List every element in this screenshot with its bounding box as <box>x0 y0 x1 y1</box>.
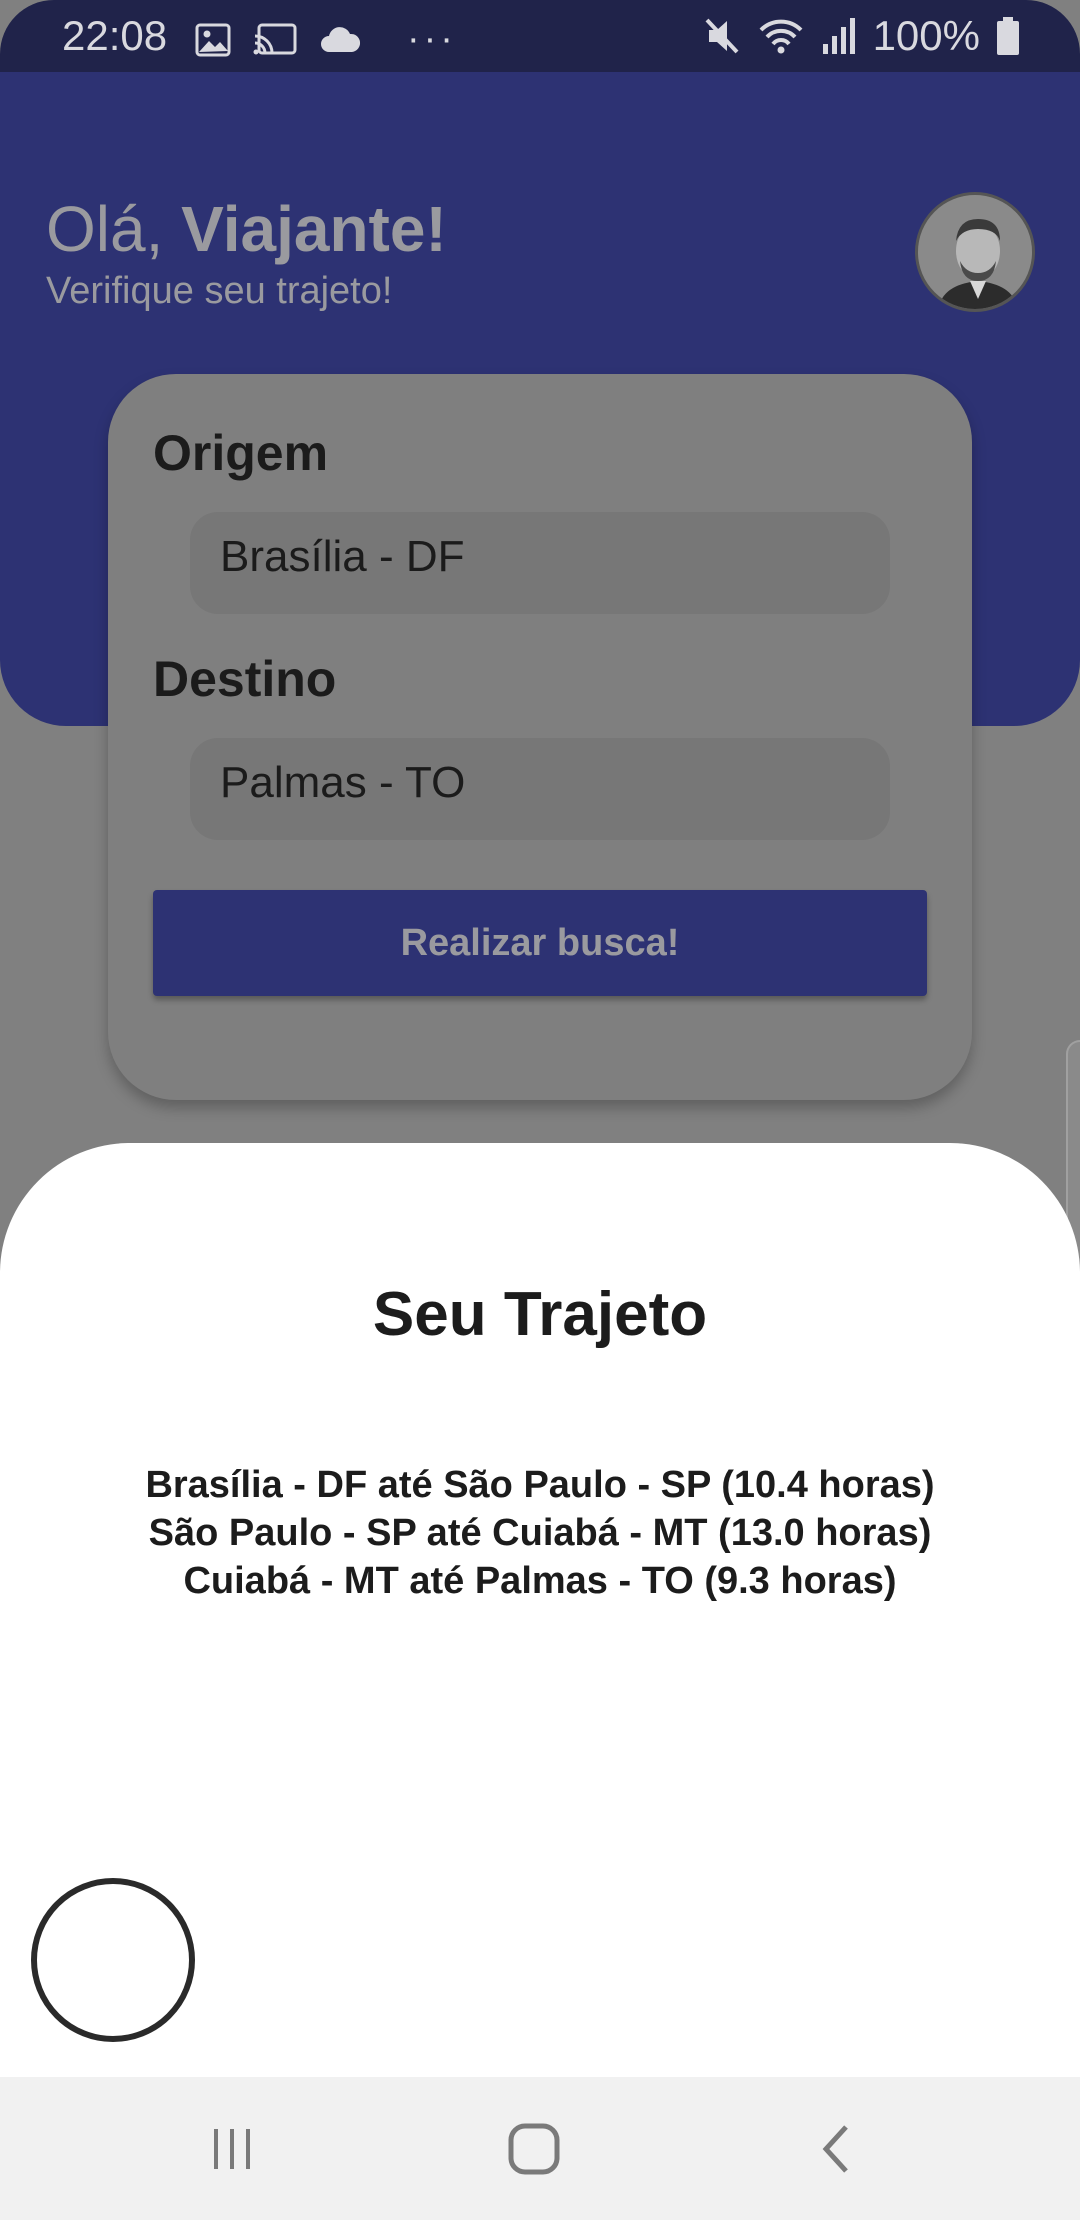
route-leg: Cuiabá - MT até Palmas - TO (9.3 horas) <box>183 1560 897 1602</box>
destination-input[interactable]: Palmas - TO <box>190 738 890 840</box>
search-button[interactable]: Realizar busca! <box>153 890 927 996</box>
navigation-bar <box>0 2077 1080 2220</box>
status-bar: 22:08 ··· 100% <box>0 0 1080 72</box>
status-right-icons: 100% <box>703 12 1020 60</box>
recent-apps-button[interactable] <box>192 2113 272 2185</box>
wifi-icon <box>759 19 803 54</box>
destination-label: Destino <box>153 651 337 707</box>
greeting-name: Viajante! <box>181 193 447 265</box>
image-icon <box>195 23 231 56</box>
cloud-icon <box>321 26 361 52</box>
avatar[interactable] <box>915 192 1035 312</box>
route-sheet-title: Seu Trajeto <box>372 1280 708 1349</box>
search-card: Origem Brasília - DF Destino Palmas - TO… <box>108 374 972 1100</box>
header-subtitle: Verifique seu trajeto! <box>46 270 393 312</box>
route-leg: São Paulo - SP até Cuiabá - MT (13.0 hor… <box>148 1512 932 1554</box>
battery-icon <box>997 17 1019 55</box>
origin-label: Origem <box>153 425 329 481</box>
floating-circle-button[interactable] <box>31 1878 195 2042</box>
route-leg-list: Brasília - DF até São Paulo - SP (10.4 h… <box>0 1461 1080 1605</box>
route-leg: Brasília - DF até São Paulo - SP (10.4 h… <box>145 1464 935 1506</box>
greeting-prefix: Olá, <box>46 193 182 265</box>
back-icon <box>822 2125 848 2173</box>
status-time: 22:08 <box>62 12 168 59</box>
battery-percent: 100% <box>872 12 980 59</box>
greeting: Olá, Viajante! <box>46 192 447 266</box>
status-left-icons: ··· <box>195 18 457 61</box>
home-button[interactable] <box>494 2113 574 2185</box>
signal-icon <box>822 18 855 54</box>
recent-apps-icon <box>214 2129 250 2169</box>
origin-input[interactable]: Brasília - DF <box>190 512 890 614</box>
mute-icon <box>705 18 739 54</box>
cast-icon <box>253 23 297 54</box>
more-icon: ··· <box>407 18 457 60</box>
home-icon <box>508 2123 560 2175</box>
back-button[interactable] <box>796 2113 876 2185</box>
user-photo-icon <box>918 195 1032 309</box>
